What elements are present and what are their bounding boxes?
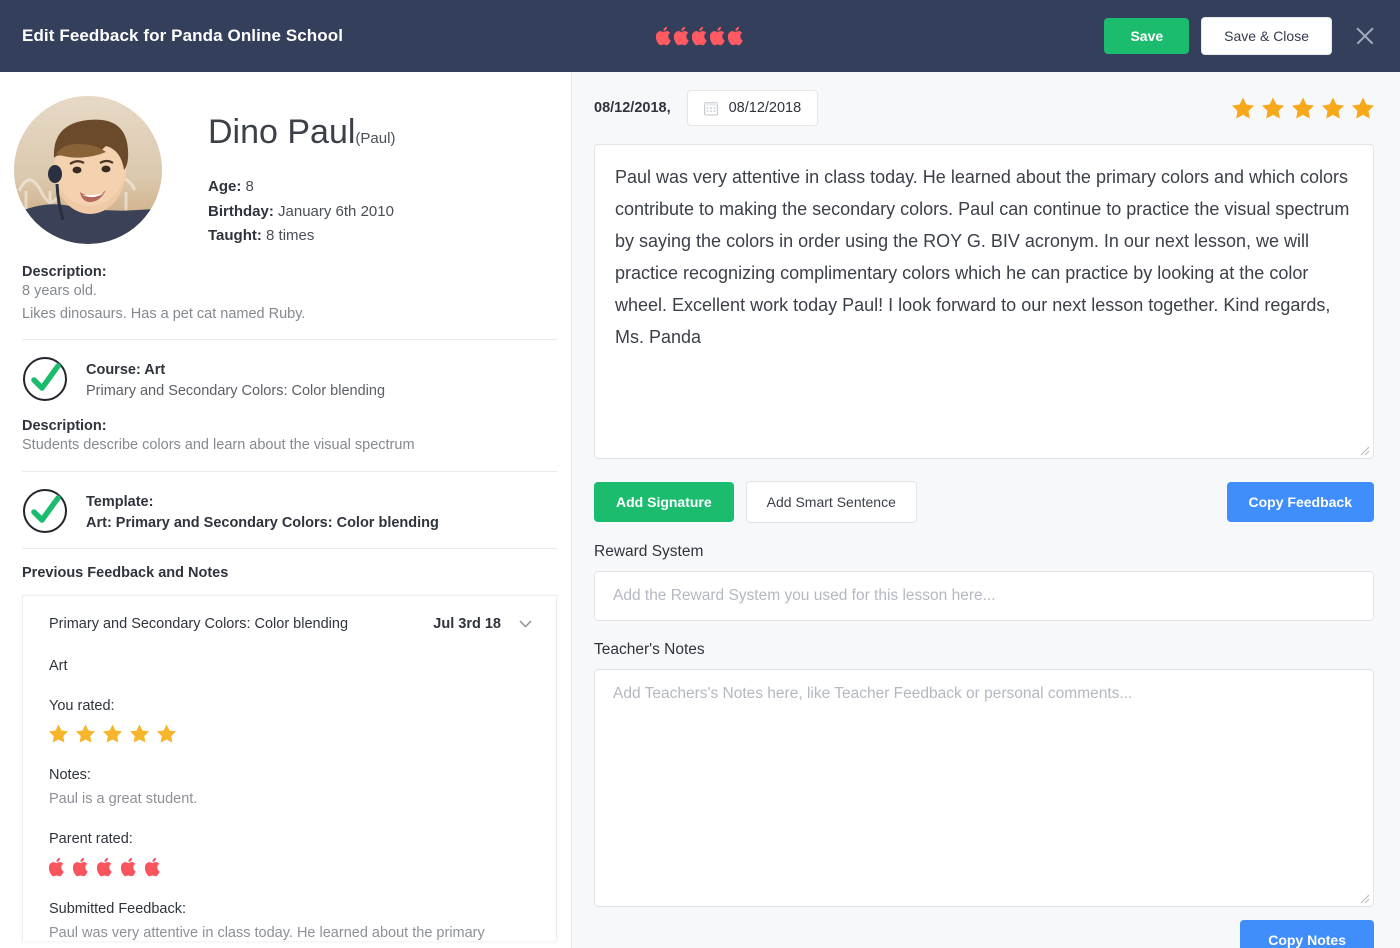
star-icon[interactable] bbox=[1262, 97, 1284, 119]
page-title: Edit Feedback for Panda Online School bbox=[22, 26, 344, 45]
check-circle-icon bbox=[22, 488, 68, 534]
template-subtitle: Art: Primary and Secondary Colors: Color… bbox=[86, 514, 439, 531]
parent-rated-apples bbox=[49, 857, 532, 877]
star-icon[interactable] bbox=[1292, 97, 1314, 119]
submitted-feedback-label: Submitted Feedback: bbox=[49, 900, 187, 917]
feedback-actions: Add Signature Add Smart Sentence Copy Fe… bbox=[594, 481, 1386, 523]
student-description-block: Description: 8 years old. Likes dinosaur… bbox=[0, 248, 571, 325]
lesson-star-rating[interactable] bbox=[1232, 97, 1386, 119]
student-detail-pane: Dino Paul(Paul) Age: 8 Birthday: January… bbox=[0, 72, 572, 948]
close-icon[interactable] bbox=[1352, 23, 1378, 49]
add-smart-sentence-button[interactable]: Add Smart Sentence bbox=[745, 481, 917, 523]
student-description-label: Description: bbox=[22, 264, 107, 281]
apple-icon bbox=[73, 857, 88, 877]
copy-feedback-button[interactable]: Copy Feedback bbox=[1226, 482, 1374, 522]
star-icon[interactable] bbox=[1352, 97, 1374, 119]
apple-icon bbox=[691, 26, 707, 46]
course-description-block: Description: Students describe colors an… bbox=[0, 402, 571, 456]
apple-icon bbox=[673, 26, 689, 46]
main-body: Dino Paul(Paul) Age: 8 Birthday: January… bbox=[0, 72, 1400, 948]
copy-notes-button[interactable]: Copy Notes bbox=[1240, 920, 1374, 948]
template-row: Template: Art: Primary and Secondary Col… bbox=[0, 472, 571, 534]
template-title: Template: bbox=[86, 493, 154, 510]
date-picker-value: 08/12/2018 bbox=[728, 100, 802, 116]
apple-icon bbox=[709, 26, 725, 46]
previous-feedback-course: Art bbox=[49, 657, 68, 674]
template-text: Template: Art: Primary and Secondary Col… bbox=[86, 488, 439, 534]
student-info: Dino Paul(Paul) Age: 8 Birthday: January… bbox=[162, 96, 395, 248]
apple-icon bbox=[121, 857, 136, 877]
apple-icon bbox=[655, 26, 671, 46]
date-picker[interactable]: 08/12/2018 bbox=[686, 90, 819, 126]
student-description-line-2: Likes dinosaurs. Has a pet cat named Rub… bbox=[22, 305, 306, 322]
check-circle-icon bbox=[22, 356, 68, 402]
avatar bbox=[14, 96, 162, 244]
teachers-notes-label: Teacher's Notes bbox=[594, 641, 705, 658]
course-description-text: Students describe colors and learn about… bbox=[22, 437, 415, 454]
taught-value: 8 times bbox=[266, 226, 315, 244]
course-title: Course: Art bbox=[86, 362, 166, 379]
star-icon bbox=[103, 724, 122, 743]
previous-feedback-heading: Previous Feedback and Notes bbox=[22, 564, 229, 581]
star-icon bbox=[130, 724, 149, 743]
previous-notes-label: Notes: bbox=[49, 766, 91, 783]
taught-label: Taught: bbox=[208, 226, 262, 244]
apple-icon bbox=[49, 857, 64, 877]
feedback-editor-pane: 08/12/2018, 08/12/2018 Paul was very att… bbox=[572, 72, 1400, 948]
parent-rated-label: Parent rated: bbox=[49, 830, 133, 847]
student-avatar-photo bbox=[14, 96, 162, 244]
save-button[interactable]: Save bbox=[1104, 18, 1190, 54]
previous-feedback-date: Jul 3rd 18 bbox=[433, 615, 501, 632]
you-rated-label: You rated: bbox=[49, 697, 115, 714]
age-label: Age: bbox=[208, 178, 242, 196]
you-rated-stars bbox=[49, 724, 532, 743]
star-icon bbox=[157, 724, 176, 743]
course-text: Course: Art Primary and Secondary Colors… bbox=[86, 356, 385, 402]
apple-icon bbox=[97, 857, 112, 877]
submitted-feedback-value: Paul was very attentive in class today. … bbox=[49, 924, 485, 941]
reward-system-label: Reward System bbox=[594, 543, 704, 560]
student-age-row: Age: 8 bbox=[208, 175, 395, 199]
apple-icon bbox=[145, 857, 160, 877]
course-description-label: Description: bbox=[22, 418, 107, 435]
lesson-date-text: 08/12/2018, bbox=[594, 100, 671, 116]
previous-notes-value: Paul is a great student. bbox=[49, 790, 198, 807]
chevron-down-icon[interactable] bbox=[519, 620, 532, 628]
star-icon[interactable] bbox=[1322, 97, 1344, 119]
student-taught-row: Taught: 8 times bbox=[208, 224, 395, 248]
birthday-value: January 6th 2010 bbox=[278, 202, 394, 220]
add-signature-button[interactable]: Add Signature bbox=[594, 482, 734, 522]
apple-icon bbox=[727, 26, 743, 46]
star-icon[interactable] bbox=[1232, 97, 1254, 119]
student-birthday-row: Birthday: January 6th 2010 bbox=[208, 200, 395, 224]
course-subtitle: Primary and Secondary Colors: Color blen… bbox=[86, 383, 386, 400]
star-icon bbox=[49, 724, 68, 743]
header-actions: Save Save & Close bbox=[1104, 17, 1378, 55]
student-nickname: (Paul) bbox=[355, 130, 396, 147]
student-name: Dino Paul(Paul) bbox=[208, 113, 396, 151]
student-profile: Dino Paul(Paul) Age: 8 Birthday: January… bbox=[0, 72, 571, 248]
feedback-textarea[interactable] bbox=[594, 144, 1374, 459]
previous-feedback-meta: Jul 3rd 18 bbox=[433, 616, 532, 632]
student-meta: Age: 8 Birthday: January 6th 2010 Taught… bbox=[208, 175, 395, 248]
reward-system-input[interactable] bbox=[594, 571, 1374, 621]
date-row: 08/12/2018, 08/12/2018 bbox=[594, 86, 1386, 130]
birthday-label: Birthday: bbox=[208, 202, 274, 220]
previous-feedback-card[interactable]: Primary and Secondary Colors: Color blen… bbox=[22, 594, 557, 941]
app-header: Edit Feedback for Panda Online School Sa… bbox=[0, 0, 1400, 72]
teachers-notes-textarea[interactable] bbox=[594, 669, 1374, 907]
save-and-close-button[interactable]: Save & Close bbox=[1201, 17, 1332, 55]
previous-feedback-card-header[interactable]: Primary and Secondary Colors: Color blen… bbox=[49, 616, 532, 632]
previous-feedback-title: Primary and Secondary Colors: Color blen… bbox=[49, 615, 349, 632]
course-row: Course: Art Primary and Secondary Colors… bbox=[0, 340, 571, 402]
student-description-line-1: 8 years old. bbox=[22, 283, 97, 300]
student-full-name: Dino Paul bbox=[208, 113, 356, 151]
star-icon bbox=[76, 724, 95, 743]
calendar-icon bbox=[703, 101, 718, 116]
age-value: 8 bbox=[245, 178, 254, 196]
